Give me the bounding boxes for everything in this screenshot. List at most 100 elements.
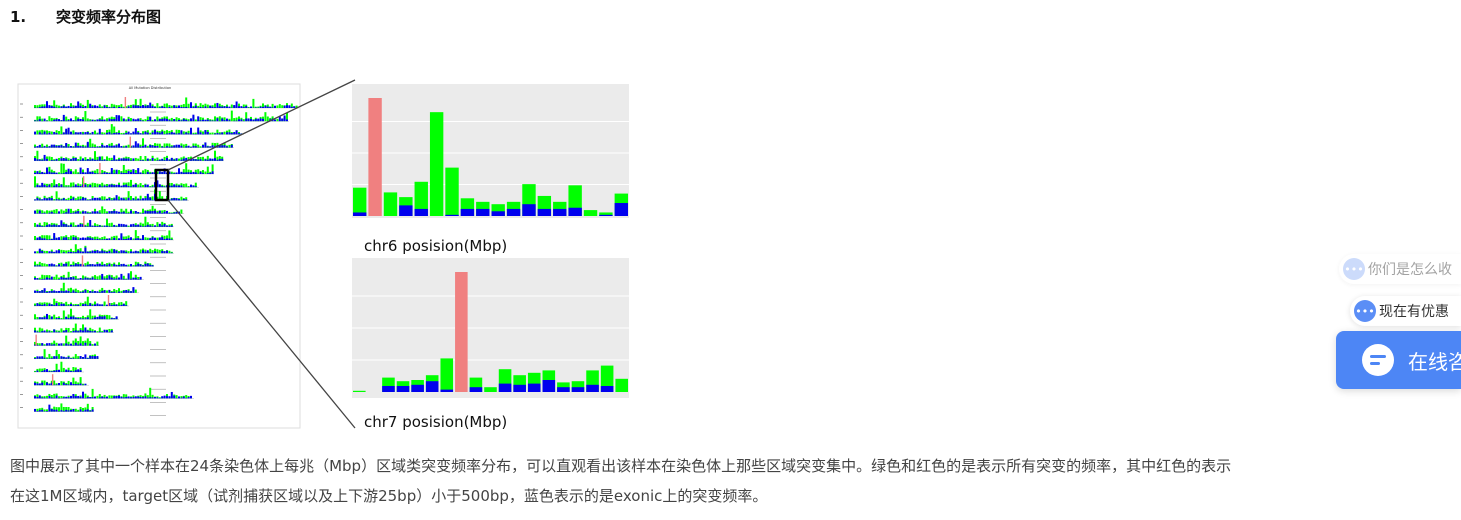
overview-bar-blue bbox=[108, 211, 111, 214]
overview-bar-green bbox=[79, 211, 82, 214]
overview-bar-blue bbox=[58, 343, 60, 346]
overview-bar-blue bbox=[67, 127, 70, 135]
overview-bar-blue bbox=[235, 101, 238, 108]
overview-bar-blue bbox=[91, 106, 94, 108]
overview-bar-blue bbox=[247, 118, 250, 122]
overview-bar-blue bbox=[106, 132, 108, 135]
overview-bar-blue bbox=[72, 186, 75, 188]
overview-bar-blue bbox=[62, 263, 65, 267]
overview-bar-blue bbox=[34, 408, 36, 412]
overview-bar-blue bbox=[58, 290, 60, 293]
overview-bar-blue bbox=[58, 211, 60, 214]
overview-bar-blue bbox=[151, 186, 154, 188]
online-consult-button[interactable]: 在线咨 bbox=[1336, 331, 1461, 389]
overview-bar-blue bbox=[163, 223, 166, 227]
overview-bar-blue bbox=[182, 172, 185, 174]
overview-bar-blue bbox=[226, 118, 228, 122]
overview-bar-blue bbox=[62, 158, 65, 161]
overview-bar-blue bbox=[43, 172, 46, 174]
overview-bar-red bbox=[81, 255, 84, 267]
overview-bar-blue bbox=[34, 131, 36, 135]
overview-bar-blue bbox=[58, 119, 60, 122]
overview-bar-blue bbox=[151, 132, 154, 135]
overview-bar-green bbox=[94, 236, 96, 240]
overview-bar-blue bbox=[50, 304, 53, 306]
overview-bar-green bbox=[43, 409, 46, 412]
overview-plot: All Mutation Distribution bbox=[17, 79, 356, 429]
overview-bar-blue bbox=[125, 184, 128, 188]
overview-bar-blue bbox=[79, 237, 82, 240]
overview-bar-blue bbox=[190, 172, 192, 174]
chr6-bar-blue bbox=[522, 204, 536, 216]
overview-bar-blue bbox=[122, 239, 125, 240]
overview-bar-blue bbox=[89, 264, 92, 267]
overview-bar-blue bbox=[173, 395, 176, 399]
chr7-bar-blue bbox=[382, 386, 395, 392]
overview-bar-blue bbox=[60, 106, 63, 108]
overview-bar-blue bbox=[50, 105, 53, 108]
overview-bar-blue bbox=[163, 106, 166, 108]
quick-question-pill-1[interactable]: ••• 你们是怎么收 bbox=[1339, 254, 1461, 284]
overview-bar-blue bbox=[82, 356, 84, 359]
overview-bar-blue bbox=[55, 237, 58, 240]
overview-bar-blue bbox=[62, 277, 65, 280]
overview-bar-blue bbox=[103, 397, 106, 399]
overview-bar-green bbox=[96, 169, 99, 174]
overview-bar-blue bbox=[82, 197, 84, 201]
overview-bar-blue bbox=[146, 193, 149, 201]
overview-bar-green bbox=[70, 331, 72, 333]
overview-bar-blue bbox=[91, 331, 94, 333]
overview-bar-blue bbox=[120, 396, 123, 399]
overview-bar-blue bbox=[161, 396, 164, 399]
overview-bar-blue bbox=[43, 118, 46, 122]
overview-bar-green bbox=[38, 368, 41, 372]
overview-bar-green bbox=[50, 330, 53, 333]
chr6-bar-blue bbox=[399, 205, 413, 216]
overview-bar-blue bbox=[125, 132, 128, 135]
overview-bar-blue bbox=[127, 238, 130, 240]
overview-bar-blue bbox=[185, 146, 188, 148]
overview-bar-blue bbox=[43, 317, 46, 320]
chr7-bar-green bbox=[484, 387, 497, 392]
overview-bar-blue bbox=[72, 290, 75, 293]
overview-bar-blue bbox=[89, 343, 92, 346]
overview-bar-blue bbox=[101, 144, 104, 148]
overview-bar-blue bbox=[122, 185, 125, 188]
quick-question-pill-2[interactable]: ••• 现在有优惠 bbox=[1350, 296, 1461, 326]
overview-bar-blue bbox=[60, 220, 63, 227]
overview-bar-blue bbox=[82, 119, 84, 122]
overview-bar-blue bbox=[278, 116, 281, 122]
overview-bar-blue bbox=[180, 106, 183, 108]
overview-bar-blue bbox=[178, 168, 180, 174]
overview-bar-blue bbox=[168, 238, 171, 240]
overview-bar-blue bbox=[36, 278, 39, 280]
chr6-bar-blue bbox=[568, 207, 582, 216]
overview-bar-green bbox=[230, 104, 233, 108]
overview-bar-blue bbox=[106, 107, 108, 108]
overview-bar-green bbox=[106, 156, 108, 161]
overview-bar-blue bbox=[53, 251, 56, 254]
overview-bar-green bbox=[36, 209, 39, 214]
overview-bar-blue bbox=[34, 330, 36, 333]
overview-bar-blue bbox=[151, 157, 154, 161]
overview-bar-blue bbox=[158, 184, 161, 188]
overview-bar-blue bbox=[221, 118, 224, 122]
overview-bar-blue bbox=[199, 120, 202, 122]
overview-bar-blue bbox=[120, 158, 123, 161]
overview-bar-blue bbox=[84, 160, 87, 161]
overview-bar-blue bbox=[211, 145, 214, 148]
overview-bar-blue bbox=[110, 184, 113, 188]
overview-bar-blue bbox=[120, 197, 123, 201]
overview-bar-blue bbox=[82, 158, 84, 161]
overview-bar-blue bbox=[115, 278, 118, 280]
overview-bar-blue bbox=[48, 263, 51, 267]
overview-bar-green bbox=[74, 408, 77, 412]
overview-bar-blue bbox=[70, 410, 72, 412]
overview-bar-blue bbox=[38, 265, 41, 267]
overview-bar-blue bbox=[62, 291, 65, 293]
overview-bar-blue bbox=[86, 237, 89, 240]
overview-bar-blue bbox=[74, 396, 77, 399]
overview-bar-blue bbox=[36, 370, 39, 372]
overview-bar-green bbox=[65, 250, 68, 254]
overview-bar-blue bbox=[216, 102, 219, 108]
